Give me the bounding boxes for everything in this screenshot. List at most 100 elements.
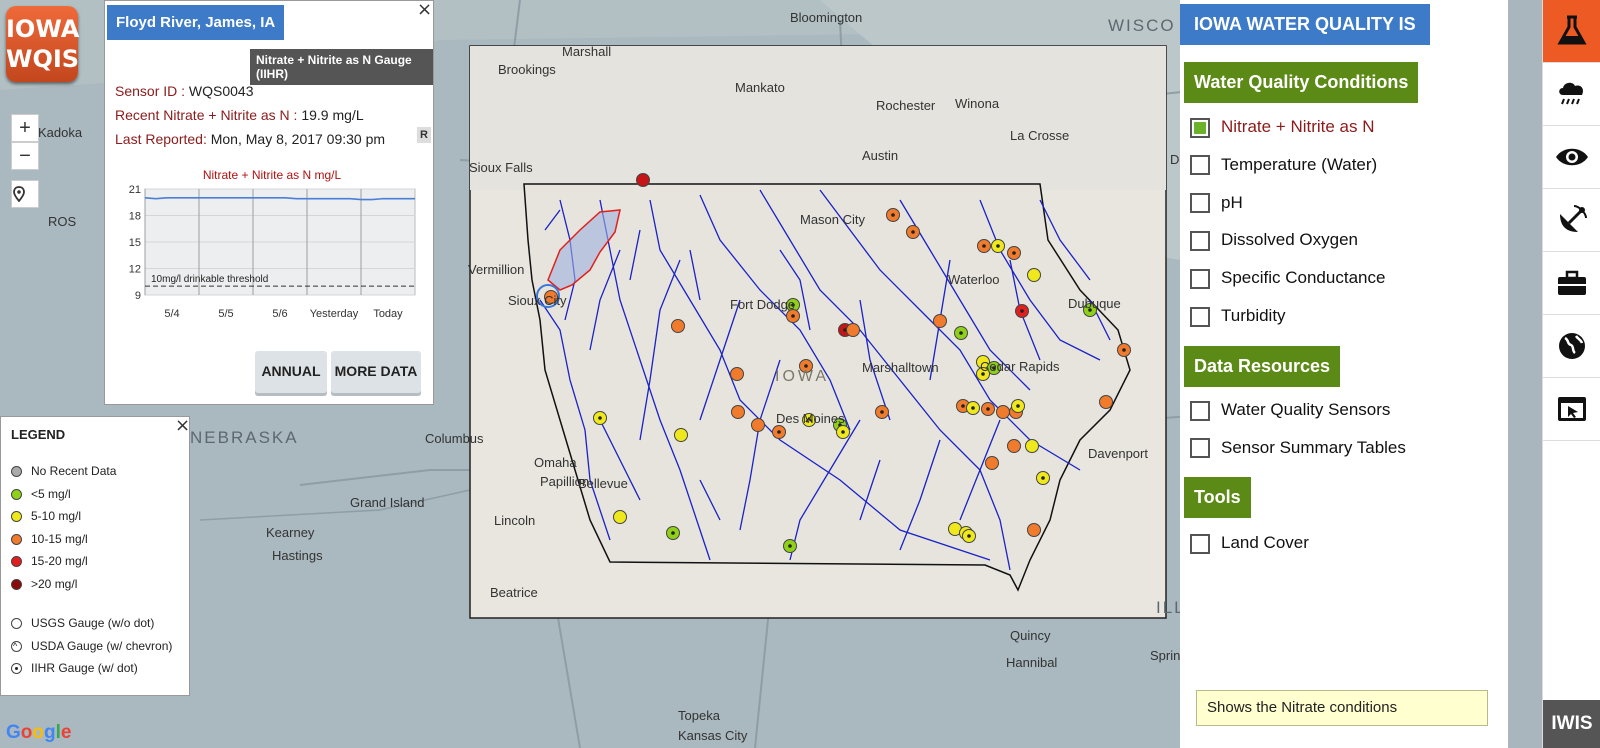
- map-label: Topeka: [678, 708, 720, 723]
- sensor-marker[interactable]: [1027, 523, 1041, 537]
- more-data-button[interactable]: MORE DATA: [331, 351, 421, 393]
- layer-checkbox-row[interactable]: Sensor Summary Tables: [1190, 435, 1406, 461]
- layer-checkbox-row[interactable]: Temperature (Water): [1190, 152, 1377, 178]
- map-label: NEBRASKA: [190, 428, 299, 447]
- sensor-marker[interactable]: [933, 314, 947, 328]
- layer-checkbox[interactable]: [1190, 438, 1210, 459]
- sensor-marker[interactable]: [671, 319, 685, 333]
- sensor-marker[interactable]: [1027, 268, 1041, 282]
- sensor-marker[interactable]: [613, 510, 627, 524]
- map-label: Kearney: [266, 525, 315, 540]
- map-label: IOWA: [775, 368, 830, 385]
- sensor-marker[interactable]: [996, 405, 1010, 419]
- legend-item: 15-20 mg/l: [11, 553, 88, 569]
- legend-swatch: [11, 578, 22, 590]
- sensor-marker[interactable]: [985, 456, 999, 470]
- map-label: Brookings: [498, 62, 556, 77]
- layer-checkbox[interactable]: [1190, 400, 1210, 421]
- locate-button[interactable]: [11, 180, 39, 208]
- sensor-marker[interactable]: [1011, 399, 1025, 413]
- annual-button[interactable]: ANNUAL: [255, 351, 327, 393]
- map-label: Winona: [955, 96, 1000, 111]
- sensor-marker[interactable]: [1036, 471, 1050, 485]
- map-label: Marshalltown: [862, 360, 939, 375]
- layer-checkbox[interactable]: [1190, 533, 1210, 554]
- layer-checkbox-row[interactable]: Water Quality Sensors: [1190, 397, 1390, 423]
- sensor-tab[interactable]: [1543, 189, 1600, 252]
- layer-checkbox[interactable]: [1190, 268, 1210, 289]
- sensor-marker[interactable]: [836, 425, 850, 439]
- sensor-marker[interactable]: [962, 529, 976, 543]
- popup-close-button[interactable]: ×: [417, 0, 432, 20]
- sensor-marker[interactable]: [1025, 439, 1039, 453]
- recent-value: 19.9 mg/L: [301, 107, 364, 123]
- layer-checkbox[interactable]: [1190, 155, 1210, 176]
- layer-checkbox-row[interactable]: Turbidity: [1190, 303, 1286, 329]
- sensor-marker[interactable]: [674, 428, 688, 442]
- layer-checkbox-row[interactable]: Land Cover: [1190, 530, 1309, 556]
- sensor-marker[interactable]: [666, 526, 680, 540]
- nitrate-chart: Nitrate + Nitrite as N mg/L 9 12 15 18 21 5/4 5…: [129, 168, 416, 320]
- layer-checkbox[interactable]: [1190, 193, 1210, 214]
- map-label: Columbus: [425, 431, 484, 446]
- map-label: Mason City: [800, 212, 866, 227]
- iwis-badge[interactable]: IWIS: [1543, 700, 1600, 748]
- layer-checkbox-row[interactable]: Specific Conductance: [1190, 265, 1385, 291]
- legend-swatch: [11, 466, 22, 478]
- sensor-marker[interactable]: [1117, 343, 1131, 357]
- sensor-marker[interactable]: [730, 367, 744, 381]
- sensor-marker[interactable]: [731, 405, 745, 419]
- sensor-marker[interactable]: [875, 405, 889, 419]
- sensor-marker[interactable]: [981, 402, 995, 416]
- layer-checkbox-row[interactable]: Dissolved Oxygen: [1190, 227, 1358, 253]
- sensor-marker[interactable]: [846, 323, 860, 337]
- sensor-marker[interactable]: [906, 225, 920, 239]
- sensor-marker[interactable]: [977, 239, 991, 253]
- satellite-icon: [1560, 205, 1587, 232]
- window-cursor-icon: [1558, 397, 1586, 421]
- legend-close-button[interactable]: ×: [175, 415, 190, 436]
- legend-swatch: [11, 556, 22, 568]
- sensor-marker[interactable]: [772, 425, 786, 439]
- layer-label: Turbidity: [1221, 306, 1286, 325]
- sensor-marker[interactable]: [593, 411, 607, 425]
- window-tab[interactable]: [1543, 378, 1600, 441]
- threshold-label: 10mg/l drinkable threshold: [151, 274, 268, 285]
- sensor-marker[interactable]: [783, 539, 797, 553]
- sensor-marker[interactable]: [954, 326, 968, 340]
- sensor-marker[interactable]: [1007, 439, 1021, 453]
- global-tab[interactable]: [1543, 315, 1600, 378]
- legend-label: >20 mg/l: [31, 576, 78, 591]
- layer-checkbox-row[interactable]: pH: [1190, 190, 1243, 216]
- layer-checkbox[interactable]: [1190, 117, 1210, 138]
- sensor-marker[interactable]: [751, 418, 765, 432]
- zoom-out-button[interactable]: −: [11, 142, 39, 170]
- layer-checkbox-row[interactable]: Nitrate + Nitrite as N: [1190, 114, 1375, 140]
- rainfall-tab[interactable]: [1543, 63, 1600, 126]
- map-label: Kansas City: [678, 728, 748, 743]
- sensor-marker[interactable]: [1099, 395, 1113, 409]
- r-button[interactable]: R: [417, 127, 431, 143]
- location-pin-icon: [13, 186, 25, 202]
- layer-checkbox[interactable]: [1190, 230, 1210, 251]
- sensor-marker[interactable]: [1007, 246, 1021, 260]
- layer-checkbox[interactable]: [1190, 306, 1210, 327]
- zoom-in-button[interactable]: +: [11, 114, 39, 142]
- layer-label: pH: [1221, 192, 1243, 212]
- rain-cloud-icon: [1559, 82, 1584, 105]
- sensor-marker[interactable]: [966, 401, 980, 415]
- map-label: Sioux City: [508, 293, 567, 308]
- sensor-marker[interactable]: [636, 173, 650, 187]
- observation-tab[interactable]: [1543, 126, 1600, 189]
- app-logo[interactable]: IOWA WQIS: [6, 6, 79, 82]
- sensor-marker[interactable]: [991, 239, 1005, 253]
- map-label: La Crosse: [1010, 128, 1070, 143]
- sensor-marker[interactable]: [886, 208, 900, 222]
- tools-tab[interactable]: [1543, 252, 1600, 315]
- layer-label: Water Quality Sensors: [1221, 400, 1391, 419]
- legend-label: USGS Gauge (w/o dot): [31, 616, 155, 630]
- water-quality-tab[interactable]: [1543, 0, 1600, 63]
- chart-title: Nitrate + Nitrite as N mg/L: [203, 168, 342, 182]
- sensor-marker[interactable]: [1015, 304, 1029, 318]
- map-label: Beatrice: [490, 585, 538, 600]
